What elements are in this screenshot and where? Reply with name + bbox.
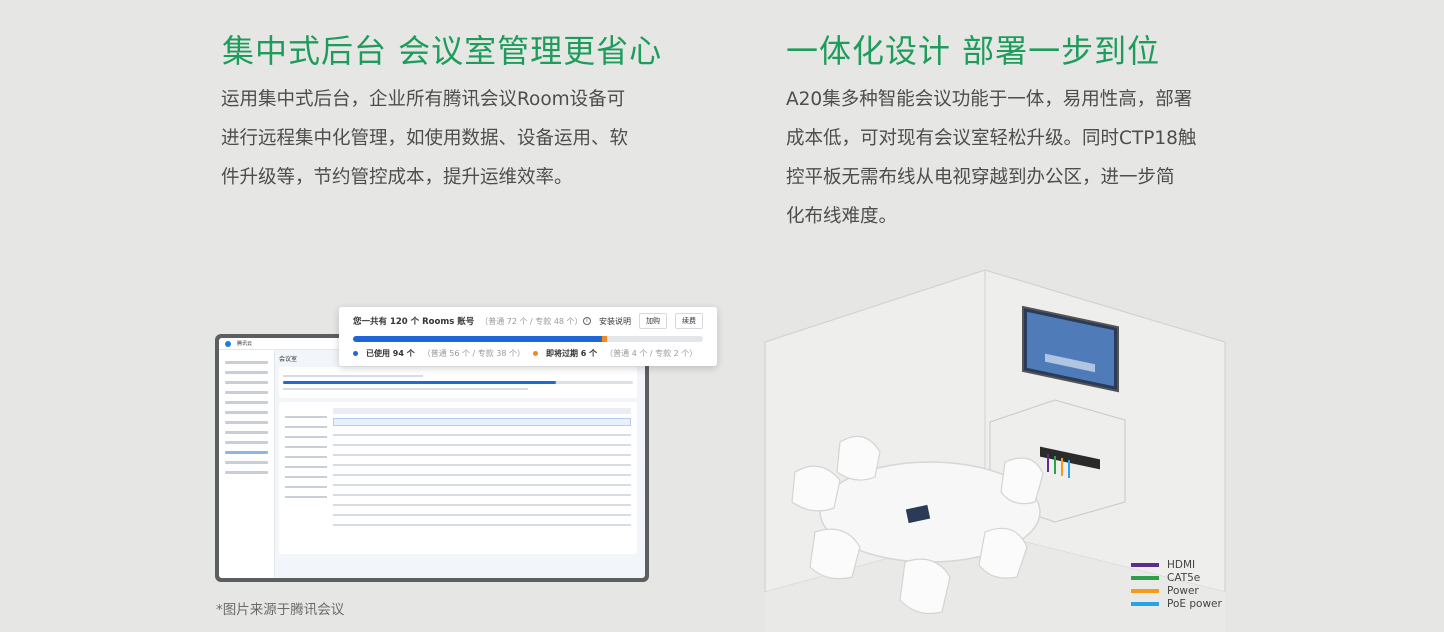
info-icon: i [583, 317, 591, 325]
chair [1000, 457, 1044, 505]
console-sidebar [219, 350, 275, 578]
right-line: A20集多种智能会议功能于一体，易用性高，部署 [786, 89, 1193, 110]
right-line: 控平板无需布线从电视穿越到办公区，进一步简 [786, 167, 1175, 188]
usage-bar-used [353, 336, 602, 342]
renew-button[interactable]: 续费 [675, 313, 703, 329]
used-dot-icon [353, 351, 358, 356]
right-line: 化布线难度。 [786, 206, 898, 227]
chair [791, 465, 841, 512]
rooms-account-card: 您一共有 120 个 Rooms 账号 （普通 72 个 / 专款 48 个） … [339, 307, 717, 366]
right-line: 成本低，可对现有会议室轻松升级。同时CTP18触 [786, 128, 1197, 149]
used-count: 已使用 94 个 [366, 349, 415, 358]
left-line: 件升级等，节约管控成本，提升运维效率。 [221, 167, 573, 188]
buy-button[interactable]: 加购 [639, 313, 667, 329]
legend-label: PoE power [1167, 597, 1222, 610]
left-line: 进行远程集中化管理，如使用数据、设备运用、软 [221, 128, 629, 149]
usage-bar-expiring [601, 336, 607, 342]
console-app-name: 腾讯云 [237, 341, 253, 347]
legend-label: HDMI [1167, 558, 1196, 571]
legend-item-hdmi: HDMI [1131, 558, 1222, 571]
legend-label: Power [1167, 584, 1199, 597]
install-guide-link[interactable]: 安装说明 [599, 316, 631, 327]
expiring-count: 即将过期 6 个 [546, 349, 598, 358]
chair [836, 435, 881, 481]
legend-swatch [1131, 562, 1159, 567]
rooms-total-breakdown: （普通 72 个 / 专款 48 个） [480, 316, 583, 326]
legend-swatch [1131, 588, 1159, 593]
image-source-caption: *图片来源于腾讯会议 [216, 602, 345, 618]
used-breakdown: （普通 56 个 / 专款 38 个） [422, 349, 526, 358]
right-paragraph: A20集多种智能会议功能于一体，易用性高，部署 成本低，可对现有会议室轻松升级。… [786, 80, 1196, 236]
expiring-breakdown: （普通 4 个 / 专款 2 个） [605, 349, 698, 358]
laptop-mockup: 腾讯云 会议室 [215, 334, 649, 582]
rooms-total: 您一共有 120 个 Rooms 账号 [353, 317, 475, 327]
cloud-logo-icon [225, 340, 231, 347]
console-summary-card [279, 367, 637, 398]
usage-progress-bar [353, 336, 703, 342]
console-main: 会议室 [279, 354, 637, 562]
legend-label: CAT5e [1167, 571, 1201, 584]
chair [899, 558, 951, 615]
legend-item-poe: PoE power [1131, 597, 1222, 610]
admin-console-screenshot: 腾讯云 会议室 [219, 338, 645, 578]
left-paragraph: 运用集中式后台，企业所有腾讯会议Room设备可 进行远程集中化管理，如使用数据、… [221, 80, 628, 197]
legend-swatch [1131, 601, 1159, 606]
left-heading: 集中式后台 会议室管理更省心 [222, 32, 663, 70]
legend-item-power: Power [1131, 584, 1222, 597]
cable-legend: HDMI CAT5e Power PoE power [1131, 558, 1222, 610]
legend-item-cat5e: CAT5e [1131, 571, 1222, 584]
left-line: 运用集中式后台，企业所有腾讯会议Room设备可 [221, 89, 626, 110]
right-heading: 一体化设计 部署一步到位 [786, 32, 1161, 70]
console-device-table [279, 402, 637, 554]
expiring-dot-icon [533, 351, 539, 356]
legend-swatch [1131, 575, 1159, 580]
